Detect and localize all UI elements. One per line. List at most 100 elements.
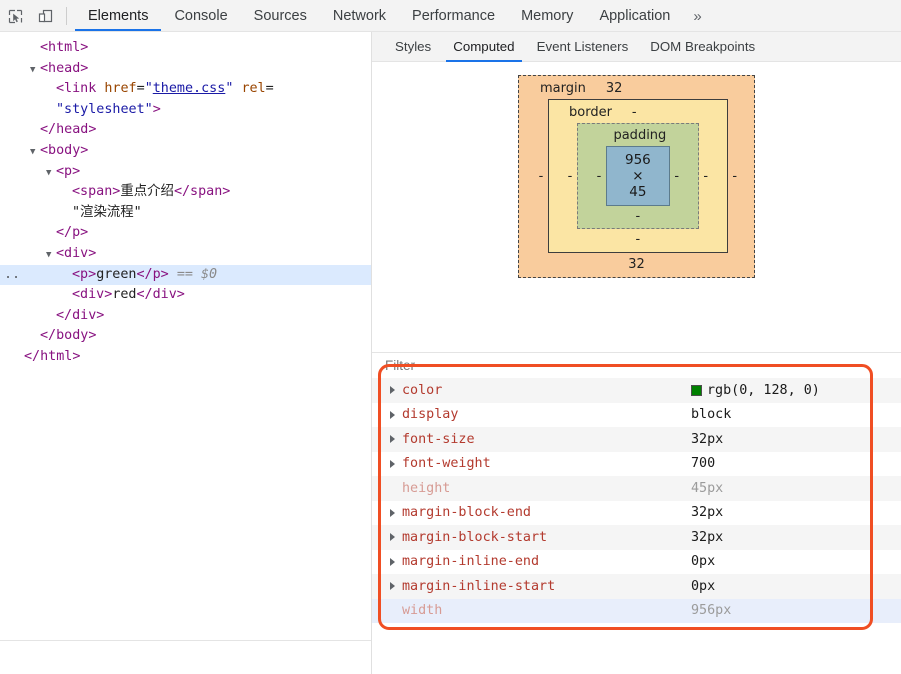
box-model-margin-top[interactable]: 32	[606, 81, 623, 96]
tab-dom-breakpoints[interactable]: DOM Breakpoints	[639, 32, 766, 62]
tab-application-label: Application	[599, 8, 671, 24]
dom-node-markup: </p>	[56, 225, 89, 241]
box-model-border-header: border -	[563, 105, 713, 123]
tab-application[interactable]: Application	[586, 0, 683, 32]
box-model-padding-layer[interactable]: padding - 956 × 45 - -	[577, 123, 699, 229]
box-model-padding-label: padding	[613, 128, 667, 143]
tab-sources[interactable]: Sources	[241, 0, 320, 32]
tab-console-label: Console	[174, 8, 228, 24]
dom-node-selected[interactable]: .. <p>green</p> == $0	[0, 264, 371, 286]
box-model-margin-layer[interactable]: margin 32 - border - - padding - 956 × 4…	[518, 75, 755, 278]
dom-node-markup: </body>	[40, 328, 97, 344]
computed-property-row[interactable]: width 956px	[372, 598, 901, 623]
tab-elements[interactable]: Elements	[75, 0, 162, 32]
computed-property-row[interactable]: margin-inline-end 0px	[372, 550, 901, 575]
property-value: 700	[691, 456, 715, 471]
tab-network-label: Network	[332, 8, 387, 24]
box-model-content-box[interactable]: 956 × 45	[606, 146, 670, 206]
property-expander-icon[interactable]	[390, 533, 395, 542]
tab-computed[interactable]: Computed	[442, 32, 525, 62]
device-toolbar-icon[interactable]	[30, 2, 60, 30]
property-expander-icon[interactable]	[390, 582, 395, 591]
computed-property-row[interactable]: margin-block-start 32px	[372, 525, 901, 550]
dom-node[interactable]: ▼ <div>	[0, 244, 371, 265]
tab-network[interactable]: Network	[320, 0, 399, 32]
box-model-padding-left[interactable]: -	[592, 169, 606, 184]
computed-property-row[interactable]: margin-inline-start 0px	[372, 574, 901, 599]
dom-node[interactable]: </body>	[0, 326, 371, 347]
inspect-cursor-icon[interactable]	[0, 2, 30, 30]
property-expander-icon[interactable]	[390, 508, 395, 517]
sidebar-tabs: Styles Computed Event Listeners DOM Brea…	[372, 32, 901, 62]
property-expander-icon[interactable]	[390, 435, 395, 444]
dom-node-ellipsis: ..	[4, 266, 21, 282]
color-swatch-icon[interactable]	[691, 384, 702, 396]
computed-property-row[interactable]: color rgb(0, 128, 0)	[372, 378, 901, 403]
box-model-padding-bottom[interactable]: -	[592, 206, 684, 224]
box-model-padding-header: padding	[592, 128, 684, 146]
box-model-border-right[interactable]: -	[699, 169, 713, 184]
dom-node[interactable]: "渲染流程"	[0, 203, 371, 224]
more-tabs-chevron-icon[interactable]: »	[683, 0, 712, 32]
dom-node[interactable]: </html>	[0, 347, 371, 368]
tab-performance-label: Performance	[412, 8, 496, 24]
dom-node[interactable]: <div>red</div>	[0, 285, 371, 306]
box-model-padding-right[interactable]: -	[670, 169, 684, 184]
dom-node[interactable]: </p>	[0, 223, 371, 244]
box-model-border-left[interactable]: -	[563, 169, 577, 184]
dom-node[interactable]: "stylesheet">	[0, 100, 371, 121]
computed-property-row[interactable]: display block	[372, 403, 901, 428]
property-value-text: 0px	[691, 578, 716, 594]
tab-event-listeners[interactable]: Event Listeners	[526, 32, 640, 62]
property-expander-icon[interactable]	[390, 459, 395, 468]
tab-memory-label: Memory	[521, 8, 574, 24]
dom-node[interactable]: <span>重点介绍</span>	[0, 182, 371, 203]
dom-node[interactable]: ▼ <head>	[0, 59, 371, 80]
property-name: height	[402, 480, 451, 496]
property-value-text: 956px	[691, 603, 732, 619]
dom-node-markup: <div>red</div>	[72, 287, 185, 303]
dom-node[interactable]: ▼ <body>	[0, 141, 371, 162]
dom-node-expander-icon[interactable]: ▼	[30, 142, 40, 163]
dom-tree: <html> ▼ <head> <link href="theme.css" rel=…	[0, 32, 371, 368]
dom-node-expander-icon[interactable]: ▼	[46, 163, 56, 184]
tab-memory[interactable]: Memory	[508, 0, 586, 32]
computed-filter-bar[interactable]: Filter	[372, 353, 901, 378]
dom-node-markup: "渲染流程"	[72, 204, 142, 220]
property-value-text: 45px	[691, 480, 724, 496]
box-model-content-size: 956 × 45	[625, 152, 651, 200]
box-model-border-top[interactable]: -	[632, 105, 637, 120]
box-model-margin-right[interactable]: -	[728, 169, 742, 184]
dom-tree-panel[interactable]: <html> ▼ <head> <link href="theme.css" rel=…	[0, 32, 371, 640]
dom-node[interactable]: ▼ <p>	[0, 162, 371, 183]
dom-node-markup: <p>green</p> == $0	[72, 266, 218, 282]
tab-console[interactable]: Console	[161, 0, 240, 32]
tab-performance[interactable]: Performance	[399, 0, 508, 32]
computed-property-row[interactable]: font-weight 700	[372, 452, 901, 477]
dom-node[interactable]: </div>	[0, 306, 371, 327]
computed-property-row[interactable]: font-size 32px	[372, 427, 901, 452]
box-model-border-bottom[interactable]: -	[563, 229, 713, 247]
property-name: display	[402, 407, 459, 423]
box-model-margin-bottom[interactable]: 32	[534, 253, 739, 272]
property-value-text: 700	[691, 456, 716, 472]
dom-node-expander-icon[interactable]: ▼	[46, 245, 56, 266]
dom-node[interactable]: <html>	[0, 38, 371, 59]
box-model-margin-left[interactable]: -	[534, 169, 548, 184]
box-model-margin-label: margin	[540, 81, 586, 96]
property-expander-icon[interactable]	[390, 386, 395, 395]
tab-styles-label: Styles	[395, 39, 432, 54]
dom-node-expander-icon[interactable]: ▼	[30, 60, 40, 81]
dom-node[interactable]: <link href="theme.css" rel=	[0, 79, 371, 100]
computed-property-row[interactable]: height 45px	[372, 476, 901, 501]
dom-node-markup: </div>	[56, 307, 105, 323]
tab-elements-label: Elements	[88, 8, 149, 24]
property-expander-icon[interactable]	[390, 410, 395, 419]
tab-styles[interactable]: Styles	[384, 32, 442, 62]
box-model-border-layer[interactable]: border - - padding - 956 × 45 - - - -	[548, 99, 728, 253]
devtools-window: Elements Console Sources Network Perform…	[0, 0, 901, 674]
dom-node[interactable]: </head>	[0, 120, 371, 141]
property-value: 0px	[691, 554, 715, 569]
property-expander-icon[interactable]	[390, 557, 395, 566]
computed-property-row[interactable]: margin-block-end 32px	[372, 501, 901, 526]
